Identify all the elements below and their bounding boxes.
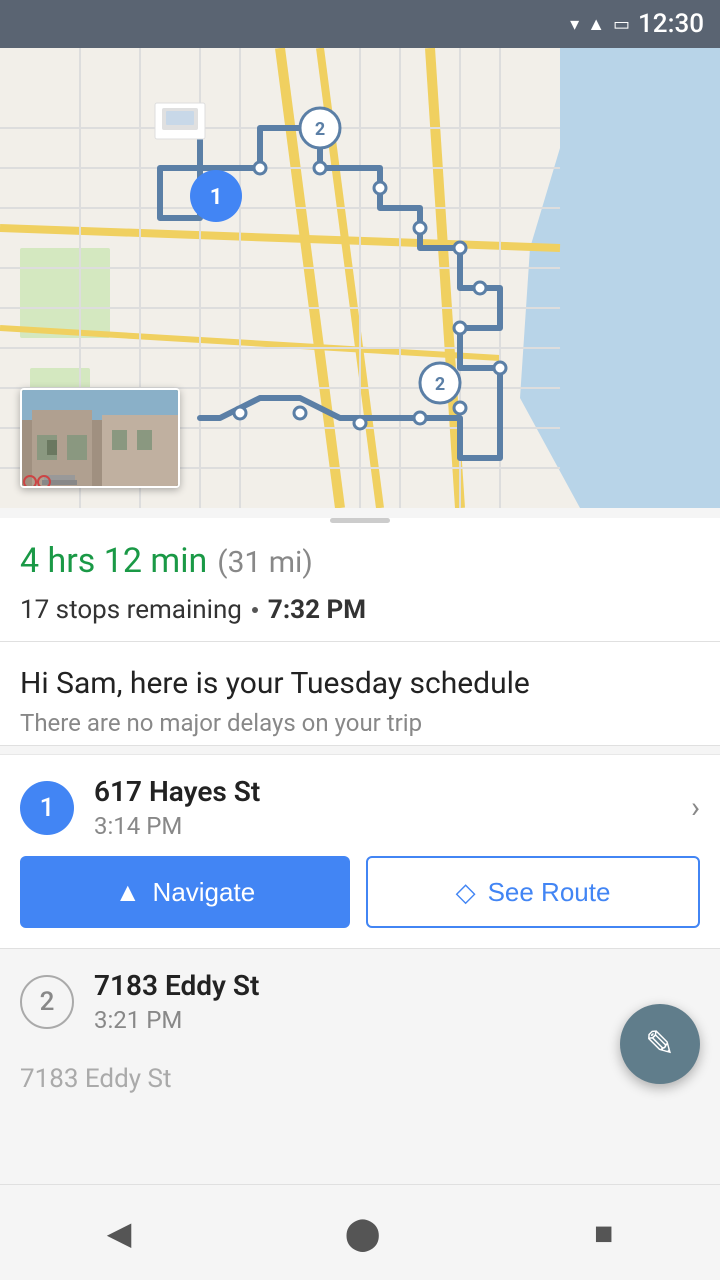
bottom-navigation: ◀ ⬤ ■ [0,1184,720,1280]
stop-section-2: 2 7183 Eddy St 3:21 PM 7183 Eddy St ✎ [0,949,720,1104]
svg-text:2: 2 [315,119,325,140]
navigate-icon: ▲ [115,877,141,908]
see-route-button[interactable]: ◇ See Route [366,856,700,928]
stop-2-address: 7183 Eddy St [94,969,700,1002]
battery-icon: ▭ [613,14,630,35]
schedule-subtitle: There are no major delays on your trip [20,709,700,737]
see-route-icon: ◇ [456,877,476,908]
svg-text:2: 2 [435,374,445,395]
stop-1-address: 617 Hayes St [94,775,671,808]
stop-item-2: 2 7183 Eddy St 3:21 PM [0,949,720,1054]
dot-separator [252,607,258,613]
edit-fab-button[interactable]: ✎ [620,1004,700,1084]
map-area[interactable]: 2 2 1 [0,48,720,508]
stop-1-number: 1 [20,781,74,835]
status-icons: ▾ ▲ ▭ 12:30 [570,9,704,39]
map-background: 2 2 1 [0,48,720,508]
see-route-label: See Route [488,877,611,908]
eta-time: 7:32 PM [268,595,366,625]
stop-2-time: 3:21 PM [94,1006,700,1034]
stop-1-time: 3:14 PM [94,812,671,840]
back-nav-button[interactable]: ◀ [87,1204,152,1262]
stop-nav-button[interactable]: ■ [574,1204,633,1262]
stops-row: 17 stops remaining 7:32 PM [0,595,720,641]
stop-1-buttons: ▲ Navigate ◇ See Route [20,856,700,928]
stop-1-header: 1 617 Hayes St 3:14 PM › [20,775,700,840]
stop-1-info: 617 Hayes St 3:14 PM [94,775,671,840]
home-nav-button[interactable]: ⬤ [325,1204,401,1262]
stops-remaining: 17 stops remaining [20,595,242,625]
stop-item-1: 1 617 Hayes St 3:14 PM › ▲ Navigate ◇ Se… [0,754,720,948]
street-photo-thumbnail[interactable] [20,388,180,488]
trip-duration: 4 hrs 12 min [20,541,207,581]
stop-2-number: 2 [20,975,74,1029]
svg-text:1: 1 [210,185,223,210]
status-time: 12:30 [638,9,704,39]
trip-distance: (31 mi) [217,545,312,580]
navigate-button[interactable]: ▲ Navigate [20,856,350,928]
stop-2-info: 7183 Eddy St 3:21 PM [94,969,700,1034]
wifi-icon: ▾ [570,14,579,35]
drag-handle[interactable] [330,518,390,523]
status-bar: ▾ ▲ ▭ 12:30 [0,0,720,48]
info-panel: 4 hrs 12 min (31 mi) 17 stops remaining … [0,518,720,641]
stop-1-chevron-icon[interactable]: › [691,790,700,825]
trip-time-row: 4 hrs 12 min (31 mi) [0,531,720,595]
signal-icon: ▲ [587,14,605,35]
schedule-title: Hi Sam, here is your Tuesday schedule [20,666,700,701]
edit-icon: ✎ [645,1023,675,1065]
navigate-label: Navigate [153,877,256,908]
partial-stop-text: 7183 Eddy St [0,1054,720,1104]
schedule-header: Hi Sam, here is your Tuesday schedule Th… [0,642,720,745]
divider-2 [0,745,720,746]
